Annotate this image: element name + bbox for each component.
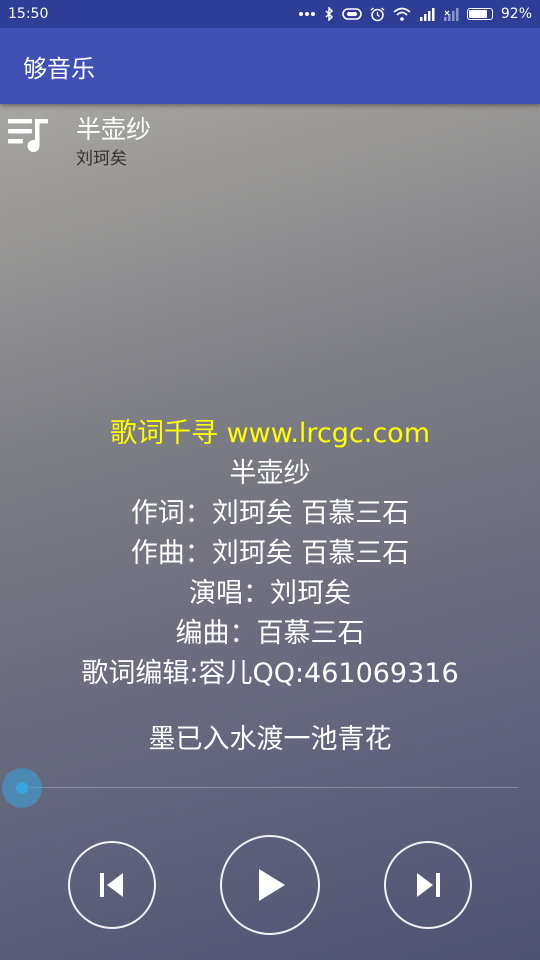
lyric-line: 歌词千寻 www.lrcgc.com <box>109 418 431 449</box>
play-button[interactable] <box>220 835 320 935</box>
song-title: 半壶纱 <box>76 115 152 144</box>
app-bar: 够音乐 <box>0 28 540 104</box>
progress-bar[interactable] <box>22 787 518 788</box>
status-icons: 92% <box>298 6 532 22</box>
now-playing-header: 半壶纱 刘珂矣 <box>0 106 540 170</box>
status-time: 15:50 <box>8 6 49 22</box>
app-title: 够音乐 <box>23 54 95 83</box>
lyric-line: 作词：刘珂矣 百慕三石 <box>130 498 410 529</box>
next-icon <box>417 873 440 897</box>
previous-icon <box>100 873 123 897</box>
lyrics-panel: 歌词千寻 www.lrcgc.com 半壶纱 作词：刘珂矣 百慕三石 作曲：刘珂… <box>0 414 540 760</box>
play-icon <box>259 869 285 901</box>
alarm-icon <box>370 6 385 22</box>
previous-button[interactable] <box>68 841 156 929</box>
wifi-icon <box>393 6 411 22</box>
lyric-line: 半壶纱 <box>229 458 311 489</box>
lyric-line: 编曲：百慕三石 <box>175 618 365 649</box>
next-button[interactable] <box>384 841 472 929</box>
more-dots-icon <box>298 6 316 22</box>
song-artist: 刘珂矣 <box>76 149 127 169</box>
battery-icon <box>466 6 493 22</box>
vibrate-icon <box>342 6 362 22</box>
bluetooth-icon <box>324 6 334 22</box>
playlist-icon[interactable] <box>8 116 48 154</box>
lyric-line: 作曲：刘珂矣 百慕三石 <box>130 538 410 569</box>
lyric-line: 演唱：刘珂矣 <box>189 578 351 609</box>
current-lyric-line: 墨已入水渡一池青花 <box>148 724 392 755</box>
battery-percent: 92% <box>500 6 532 22</box>
progress-thumb[interactable] <box>2 768 42 808</box>
status-bar: 15:50 92% <box>0 0 540 28</box>
lyric-line: 歌词编辑:容儿QQ:461069316 <box>81 658 459 689</box>
signal-no-sim-icon <box>443 6 459 22</box>
signal-icon <box>419 6 435 22</box>
progress-thumb-core <box>16 782 28 794</box>
